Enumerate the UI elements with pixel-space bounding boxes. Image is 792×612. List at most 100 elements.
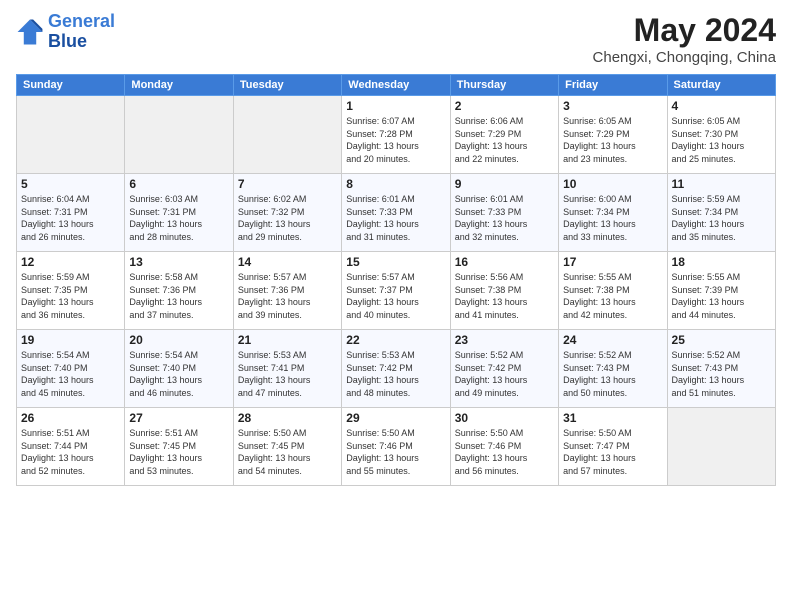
day-number: 28: [238, 411, 337, 425]
day-number: 12: [21, 255, 120, 269]
calendar-cell: 5Sunrise: 6:04 AM Sunset: 7:31 PM Daylig…: [17, 174, 125, 252]
logo-icon: [16, 18, 44, 46]
day-info: Sunrise: 5:50 AM Sunset: 7:47 PM Dayligh…: [563, 427, 662, 477]
calendar-cell: 12 Sunrise: 5:59 AM Sunset: 7:35 PM Dayli…: [17, 252, 125, 330]
day-info: Sunrise: 6:07 AM Sunset: 7:28 PM Dayligh…: [346, 115, 445, 165]
weekday-header: Wednesday: [342, 75, 450, 96]
weekday-header: Tuesday: [233, 75, 341, 96]
day-number: 8: [346, 177, 445, 191]
weekday-header: Thursday: [450, 75, 558, 96]
calendar-cell: 26 Sunrise: 5:51 AM Sunset: 7:44 PM Dayli…: [17, 408, 125, 486]
day-info: Sunrise: 5:53 AM Sunset: 7:41 PM Dayligh…: [238, 349, 337, 399]
day-number: 30: [455, 411, 554, 425]
day-info: Sunrise: 6:01 AM Sunset: 7:33 PM Dayligh…: [346, 193, 445, 243]
calendar-week-row: 12 Sunrise: 5:59 AM Sunset: 7:35 PM Dayli…: [17, 252, 776, 330]
day-info: Sunrise: 5:59 AM Sunset: 7:35 PM Dayligh…: [21, 271, 120, 321]
day-number: 21: [238, 333, 337, 347]
month-title: May 2024: [593, 12, 776, 49]
day-info: Sunrise: 5:52 AM Sunset: 7:42 PM Dayligh…: [455, 349, 554, 399]
day-number: 1: [346, 99, 445, 113]
logo: General Blue: [16, 12, 115, 52]
day-number: 31: [563, 411, 662, 425]
location-subtitle: Chengxi, Chongqing, China: [593, 49, 776, 66]
day-number: 18: [672, 255, 771, 269]
calendar-cell: 22Sunrise: 5:53 AM Sunset: 7:42 PM Dayli…: [342, 330, 450, 408]
day-number: 6: [129, 177, 228, 191]
day-number: 29: [346, 411, 445, 425]
day-number: 25: [672, 333, 771, 347]
day-info: Sunrise: 5:53 AM Sunset: 7:42 PM Dayligh…: [346, 349, 445, 399]
calendar-cell: 10 Sunrise: 6:00 AM Sunset: 7:34 PM Dayli…: [559, 174, 667, 252]
weekday-header: Sunday: [17, 75, 125, 96]
day-info: Sunrise: 5:52 AM Sunset: 7:43 PM Dayligh…: [672, 349, 771, 399]
day-info: Sunrise: 6:05 AM Sunset: 7:29 PM Dayligh…: [563, 115, 662, 165]
day-number: 16: [455, 255, 554, 269]
day-info: Sunrise: 5:58 AM Sunset: 7:36 PM Dayligh…: [129, 271, 228, 321]
day-info: Sunrise: 5:55 AM Sunset: 7:38 PM Dayligh…: [563, 271, 662, 321]
calendar-cell: 25 Sunrise: 5:52 AM Sunset: 7:43 PM Dayli…: [667, 330, 775, 408]
day-info: Sunrise: 5:52 AM Sunset: 7:43 PM Dayligh…: [563, 349, 662, 399]
day-info: Sunrise: 6:02 AM Sunset: 7:32 PM Dayligh…: [238, 193, 337, 243]
day-number: 3: [563, 99, 662, 113]
day-info: Sunrise: 6:00 AM Sunset: 7:34 PM Dayligh…: [563, 193, 662, 243]
calendar-cell: 9 Sunrise: 6:01 AM Sunset: 7:33 PM Daylig…: [450, 174, 558, 252]
calendar-cell: 23 Sunrise: 5:52 AM Sunset: 7:42 PM Dayli…: [450, 330, 558, 408]
day-info: Sunrise: 6:04 AM Sunset: 7:31 PM Dayligh…: [21, 193, 120, 243]
calendar-cell: [17, 96, 125, 174]
calendar-cell: [233, 96, 341, 174]
calendar-cell: 2 Sunrise: 6:06 AM Sunset: 7:29 PM Daylig…: [450, 96, 558, 174]
weekday-header: Saturday: [667, 75, 775, 96]
calendar-cell: 21 Sunrise: 5:53 AM Sunset: 7:41 PM Dayli…: [233, 330, 341, 408]
day-number: 24: [563, 333, 662, 347]
calendar-cell: 4 Sunrise: 6:05 AM Sunset: 7:30 PM Daylig…: [667, 96, 775, 174]
calendar-cell: 11Sunrise: 5:59 AM Sunset: 7:34 PM Dayli…: [667, 174, 775, 252]
day-number: 2: [455, 99, 554, 113]
day-info: Sunrise: 5:51 AM Sunset: 7:45 PM Dayligh…: [129, 427, 228, 477]
day-info: Sunrise: 6:06 AM Sunset: 7:29 PM Dayligh…: [455, 115, 554, 165]
day-number: 14: [238, 255, 337, 269]
calendar-cell: 7 Sunrise: 6:02 AM Sunset: 7:32 PM Daylig…: [233, 174, 341, 252]
calendar-cell: 14 Sunrise: 5:57 AM Sunset: 7:36 PM Dayli…: [233, 252, 341, 330]
logo-text: General Blue: [48, 12, 115, 52]
day-info: Sunrise: 5:50 AM Sunset: 7:46 PM Dayligh…: [455, 427, 554, 477]
calendar-cell: 1 Sunrise: 6:07 AM Sunset: 7:28 PM Daylig…: [342, 96, 450, 174]
calendar-cell: 28 Sunrise: 5:50 AM Sunset: 7:45 PM Dayli…: [233, 408, 341, 486]
calendar-cell: 29Sunrise: 5:50 AM Sunset: 7:46 PM Dayli…: [342, 408, 450, 486]
day-number: 7: [238, 177, 337, 191]
calendar-cell: 30 Sunrise: 5:50 AM Sunset: 7:46 PM Dayli…: [450, 408, 558, 486]
day-number: 20: [129, 333, 228, 347]
day-number: 23: [455, 333, 554, 347]
day-number: 4: [672, 99, 771, 113]
calendar-cell: 8 Sunrise: 6:01 AM Sunset: 7:33 PM Daylig…: [342, 174, 450, 252]
day-info: Sunrise: 5:57 AM Sunset: 7:36 PM Dayligh…: [238, 271, 337, 321]
calendar-week-row: 5Sunrise: 6:04 AM Sunset: 7:31 PM Daylig…: [17, 174, 776, 252]
day-number: 9: [455, 177, 554, 191]
calendar-cell: 31 Sunrise: 5:50 AM Sunset: 7:47 PM Dayli…: [559, 408, 667, 486]
day-info: Sunrise: 5:54 AM Sunset: 7:40 PM Dayligh…: [129, 349, 228, 399]
day-number: 26: [21, 411, 120, 425]
calendar-cell: 16 Sunrise: 5:56 AM Sunset: 7:38 PM Dayli…: [450, 252, 558, 330]
calendar-cell: 3 Sunrise: 6:05 AM Sunset: 7:29 PM Daylig…: [559, 96, 667, 174]
day-info: Sunrise: 5:57 AM Sunset: 7:37 PM Dayligh…: [346, 271, 445, 321]
day-number: 15: [346, 255, 445, 269]
day-info: Sunrise: 5:51 AM Sunset: 7:44 PM Dayligh…: [21, 427, 120, 477]
calendar-cell: 24 Sunrise: 5:52 AM Sunset: 7:43 PM Dayli…: [559, 330, 667, 408]
day-number: 19: [21, 333, 120, 347]
day-info: Sunrise: 6:01 AM Sunset: 7:33 PM Dayligh…: [455, 193, 554, 243]
calendar-table: SundayMondayTuesdayWednesdayThursdayFrid…: [16, 74, 776, 486]
day-number: 11: [672, 177, 771, 191]
day-info: Sunrise: 5:56 AM Sunset: 7:38 PM Dayligh…: [455, 271, 554, 321]
calendar-cell: 13 Sunrise: 5:58 AM Sunset: 7:36 PM Dayli…: [125, 252, 233, 330]
day-number: 13: [129, 255, 228, 269]
day-info: Sunrise: 5:50 AM Sunset: 7:45 PM Dayligh…: [238, 427, 337, 477]
day-number: 10: [563, 177, 662, 191]
day-info: Sunrise: 6:03 AM Sunset: 7:31 PM Dayligh…: [129, 193, 228, 243]
calendar-week-row: 26 Sunrise: 5:51 AM Sunset: 7:44 PM Dayli…: [17, 408, 776, 486]
calendar-week-row: 1 Sunrise: 6:07 AM Sunset: 7:28 PM Daylig…: [17, 96, 776, 174]
title-block: May 2024 Chengxi, Chongqing, China: [593, 12, 776, 66]
header: General Blue May 2024 Chengxi, Chongqing…: [16, 12, 776, 66]
calendar-cell: 19Sunrise: 5:54 AM Sunset: 7:40 PM Dayli…: [17, 330, 125, 408]
day-info: Sunrise: 6:05 AM Sunset: 7:30 PM Dayligh…: [672, 115, 771, 165]
calendar-cell: 17Sunrise: 5:55 AM Sunset: 7:38 PM Dayli…: [559, 252, 667, 330]
weekday-header: Friday: [559, 75, 667, 96]
